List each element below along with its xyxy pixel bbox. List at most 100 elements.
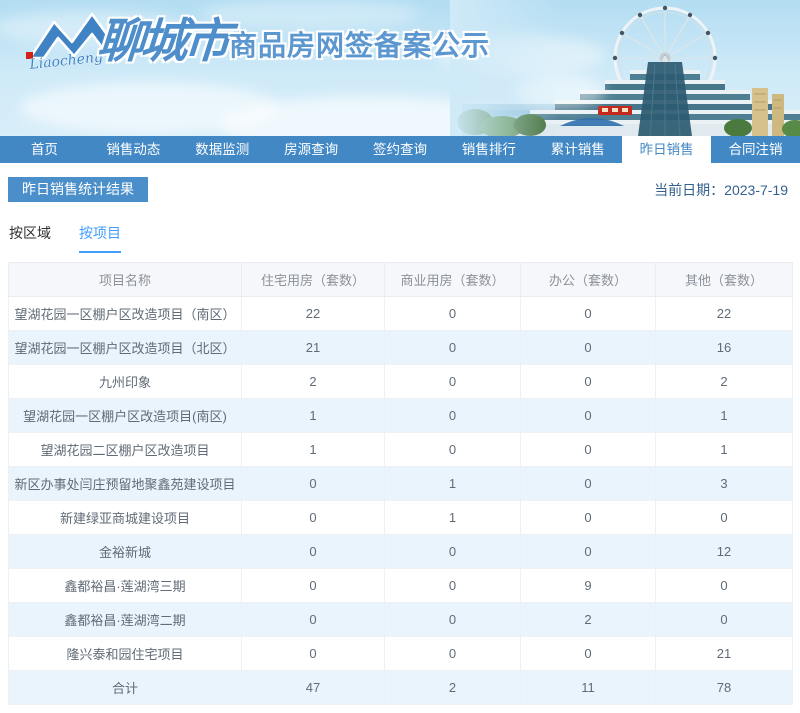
table-row-total: 合计 47 2 11 78: [8, 670, 793, 705]
nav-item-8[interactable]: 合同注销: [711, 136, 800, 163]
banner: Liaocheng 聊城市 商品房网签备案公示: [0, 0, 800, 136]
value-cell: 2: [241, 364, 385, 399]
value-cell: 2: [655, 364, 793, 399]
project-name-cell: 九州印象: [8, 364, 242, 399]
value-cell: 0: [655, 500, 793, 535]
table-row: 新区办事处闫庄预留地聚鑫苑建设项目 0 1 0 3: [8, 466, 793, 501]
value-cell: 0: [655, 602, 793, 637]
project-name-cell: 望湖花园一区棚户区改造项目（北区）: [8, 330, 242, 365]
value-cell: 0: [384, 568, 521, 603]
value-cell: 0: [520, 534, 656, 569]
column-header-2: 商业用房（套数）: [384, 262, 521, 297]
tab-item-0[interactable]: 按区域: [9, 223, 51, 253]
value-cell: 47: [241, 670, 385, 705]
title-row: 昨日销售统计结果 当前日期：2023-7-19: [8, 177, 792, 202]
value-cell: 0: [520, 364, 656, 399]
value-cell: 12: [655, 534, 793, 569]
table-row: 望湖花园一区棚户区改造项目（南区） 22 0 0 22: [8, 296, 793, 331]
value-cell: 0: [241, 636, 385, 671]
table-header-row: 项目名称 住宅用房（套数） 商业用房（套数） 办公（套数） 其他（套数）: [8, 262, 793, 297]
value-cell: 3: [655, 466, 793, 501]
main-nav: 首页 销售动态 数据监测 房源查询 签约查询 销售排行 累计销售 昨日销售 合同注销: [0, 136, 800, 163]
value-cell: 0: [520, 636, 656, 671]
nav-item-6[interactable]: 累计销售: [533, 136, 622, 163]
value-cell: 0: [520, 398, 656, 433]
project-name-cell: 望湖花园一区棚户区改造项目（南区）: [8, 296, 242, 331]
value-cell: 78: [655, 670, 793, 705]
table-row: 九州印象 2 0 0 2: [8, 364, 793, 399]
value-cell: 0: [384, 432, 521, 467]
column-header-1: 住宅用房（套数）: [241, 262, 385, 297]
value-cell: 0: [520, 296, 656, 331]
value-cell: 0: [384, 364, 521, 399]
current-date-value: 2023-7-19: [724, 181, 788, 198]
project-name-cell: 鑫都裕昌·莲湖湾三期: [8, 568, 242, 603]
value-cell: 0: [520, 330, 656, 365]
nav-item-7[interactable]: 昨日销售: [622, 136, 712, 163]
table-row: 隆兴泰和园住宅项目 0 0 0 21: [8, 636, 793, 671]
value-cell: 0: [384, 330, 521, 365]
value-cell: 0: [520, 432, 656, 467]
city-name-calligraphy: 聊城市: [95, 14, 229, 69]
value-cell: 1: [655, 432, 793, 467]
value-cell: 11: [520, 670, 656, 705]
tab-item-1[interactable]: 按项目: [79, 223, 121, 253]
value-cell: 0: [384, 602, 521, 637]
table-row: 鑫都裕昌·莲湖湾二期 0 0 2 0: [8, 602, 793, 637]
column-header-0: 项目名称: [8, 262, 242, 297]
project-name-cell: 新区办事处闫庄预留地聚鑫苑建设项目: [8, 466, 242, 501]
table-row: 望湖花园二区棚户区改造项目 1 0 0 1: [8, 432, 793, 467]
view-tabs: 按区域 按项目: [8, 223, 792, 253]
project-name-cell: 金裕新城: [8, 534, 242, 569]
value-cell: 0: [241, 602, 385, 637]
nav-item-1[interactable]: 销售动态: [89, 136, 178, 163]
page: Liaocheng 聊城市 商品房网签备案公示 首页 销售动态 数据监测 房源查询 签约…: [0, 0, 800, 713]
value-cell: 0: [241, 466, 385, 501]
table-row: 望湖花园一区棚户区改造项目(南区) 1 0 0 1: [8, 398, 793, 433]
table-row: 新建绿亚商城建设项目 0 1 0 0: [8, 500, 793, 535]
banner-title: 商品房网签备案公示: [229, 30, 491, 61]
sales-table: 项目名称 住宅用房（套数） 商业用房（套数） 办公（套数） 其他（套数） 望湖花园一区棚…: [8, 262, 793, 705]
value-cell: 9: [520, 568, 656, 603]
table-row: 金裕新城 0 0 0 12: [8, 534, 793, 569]
value-cell: 22: [241, 296, 385, 331]
value-cell: 0: [520, 500, 656, 535]
value-cell: 0: [655, 568, 793, 603]
project-name-cell: 鑫都裕昌·莲湖湾二期: [8, 602, 242, 637]
value-cell: 0: [241, 568, 385, 603]
content-area: 昨日销售统计结果 当前日期：2023-7-19 按区域 按项目 项目名称 住宅用房（…: [0, 177, 800, 705]
value-cell: 1: [384, 500, 521, 535]
value-cell: 0: [384, 296, 521, 331]
value-cell: 0: [241, 500, 385, 535]
value-cell: 2: [384, 670, 521, 705]
nav-item-4[interactable]: 签约查询: [356, 136, 445, 163]
nav-item-3[interactable]: 房源查询: [267, 136, 356, 163]
value-cell: 22: [655, 296, 793, 331]
project-name-cell: 望湖花园二区棚户区改造项目: [8, 432, 242, 467]
value-cell: 1: [655, 398, 793, 433]
project-name-cell: 隆兴泰和园住宅项目: [8, 636, 242, 671]
value-cell: 21: [241, 330, 385, 365]
section-title-badge: 昨日销售统计结果: [8, 177, 148, 202]
value-cell: 21: [655, 636, 793, 671]
value-cell: 0: [520, 466, 656, 501]
value-cell: 0: [384, 534, 521, 569]
nav-item-0[interactable]: 首页: [0, 136, 89, 163]
column-header-3: 办公（套数）: [520, 262, 656, 297]
table-row: 望湖花园一区棚户区改造项目（北区） 21 0 0 16: [8, 330, 793, 365]
value-cell: 0: [384, 398, 521, 433]
column-header-4: 其他（套数）: [655, 262, 793, 297]
value-cell: 0: [384, 636, 521, 671]
value-cell: 1: [241, 432, 385, 467]
nav-item-5[interactable]: 销售排行: [444, 136, 533, 163]
project-name-cell: 合计: [8, 670, 242, 705]
value-cell: 1: [241, 398, 385, 433]
current-date: 当前日期：2023-7-19: [654, 180, 792, 200]
value-cell: 1: [384, 466, 521, 501]
project-name-cell: 望湖花园一区棚户区改造项目(南区): [8, 398, 242, 433]
table-row: 鑫都裕昌·莲湖湾三期 0 0 9 0: [8, 568, 793, 603]
value-cell: 2: [520, 602, 656, 637]
nav-item-2[interactable]: 数据监测: [178, 136, 267, 163]
project-name-cell: 新建绿亚商城建设项目: [8, 500, 242, 535]
current-date-label: 当前日期：: [654, 181, 725, 198]
